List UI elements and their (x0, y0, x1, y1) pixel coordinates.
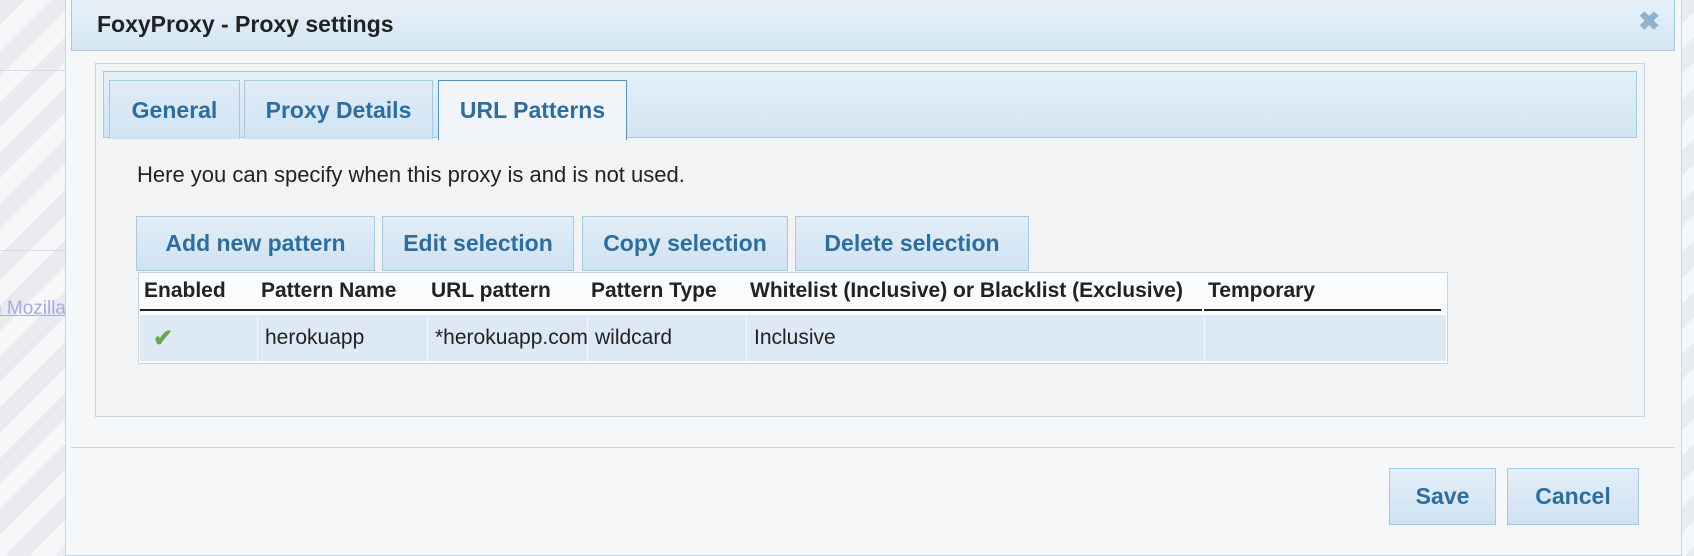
table-header: Enabled Pattern Name URL pattern Pattern… (139, 273, 1447, 313)
close-icon[interactable]: ✖ (1638, 8, 1660, 34)
column-header-list-type[interactable]: Whitelist (Inclusive) or Blacklist (Excl… (746, 273, 1202, 311)
dialog-title: FoxyProxy - Proxy settings (97, 11, 394, 37)
background-divider (0, 70, 66, 71)
check-icon: ✔ (153, 324, 174, 352)
url-pattern-cell: *herokuapp.com (428, 315, 588, 361)
background-link[interactable]: n Mozilla (0, 298, 66, 320)
url-patterns-table: Enabled Pattern Name URL pattern Pattern… (138, 272, 1448, 364)
column-header-pattern-type[interactable]: Pattern Type (587, 273, 746, 311)
tab-proxy-details[interactable]: Proxy Details (244, 80, 433, 139)
url-patterns-description: Here you can specify when this proxy is … (137, 162, 685, 187)
cancel-button[interactable]: Cancel (1507, 468, 1639, 525)
pattern-type-cell: wildcard (588, 315, 747, 361)
tab-url-patterns[interactable]: URL Patterns (438, 80, 627, 140)
pattern-name-cell: herokuapp (258, 315, 428, 361)
tab-general[interactable]: General (109, 80, 240, 139)
list-type-cell: Inclusive (747, 315, 1205, 361)
dialog-titlebar[interactable]: FoxyProxy - Proxy settings ✖ (71, 0, 1675, 51)
delete-selection-button[interactable]: Delete selection (795, 216, 1029, 271)
background-divider (0, 250, 66, 251)
edit-selection-button[interactable]: Edit selection (382, 216, 574, 271)
enabled-cell: ✔ (140, 315, 258, 361)
column-header-pattern-name[interactable]: Pattern Name (257, 273, 427, 311)
table-row[interactable]: ✔ herokuapp *herokuapp.com wildcard Incl… (140, 315, 1446, 361)
tab-strip: General Proxy Details URL Patterns (103, 71, 1637, 140)
tab-panel: General Proxy Details URL Patterns Here … (95, 63, 1645, 417)
temporary-cell (1205, 315, 1446, 361)
column-header-url-pattern[interactable]: URL pattern (427, 273, 587, 311)
save-button[interactable]: Save (1389, 468, 1496, 525)
proxy-settings-dialog: FoxyProxy - Proxy settings ✖ General Pro… (65, 0, 1682, 556)
column-header-enabled[interactable]: Enabled (140, 273, 260, 311)
footer-divider (71, 447, 1675, 448)
column-header-temporary[interactable]: Temporary (1204, 273, 1441, 311)
copy-selection-button[interactable]: Copy selection (582, 216, 788, 271)
add-new-pattern-button[interactable]: Add new pattern (136, 216, 375, 271)
